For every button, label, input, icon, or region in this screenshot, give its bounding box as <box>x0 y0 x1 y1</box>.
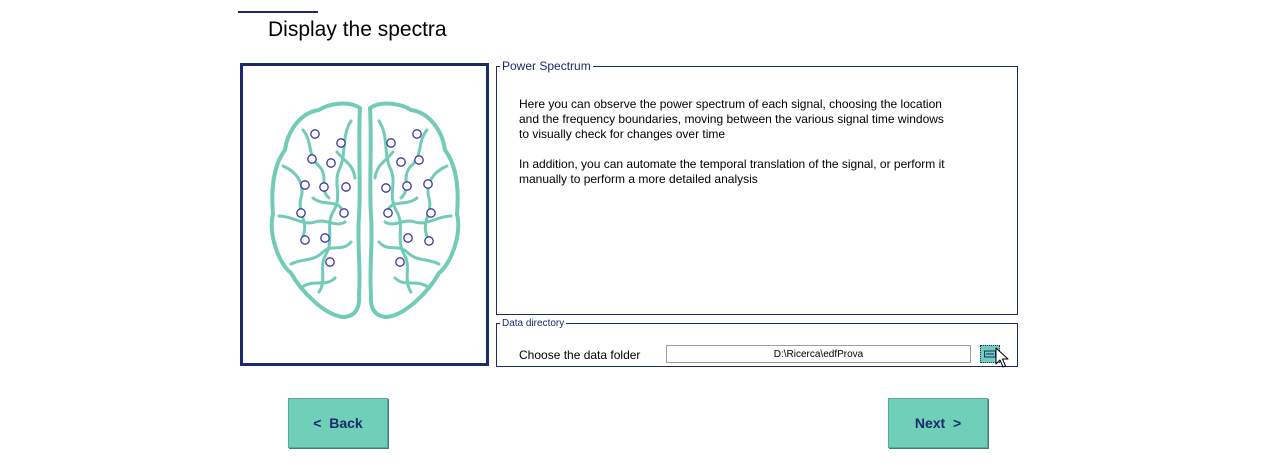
electrode-marker <box>326 158 336 168</box>
electrode-marker <box>296 208 306 218</box>
power-spectrum-description: Here you can observe the power spectrum … <box>519 97 944 141</box>
electrode-marker <box>300 180 310 190</box>
electrode-marker <box>395 257 405 267</box>
electrode-marker <box>336 138 346 148</box>
power-spectrum-group: Power Spectrum Here you can observe the … <box>496 59 1018 315</box>
electrode-marker <box>325 257 335 267</box>
electrode-marker <box>423 179 433 189</box>
electrode-marker <box>310 129 320 139</box>
electrode-marker <box>414 155 424 165</box>
data-folder-label: Choose the data folder <box>519 348 641 362</box>
mouse-pointer-icon <box>995 347 1009 368</box>
page-title: Display the spectra <box>268 18 447 41</box>
electrode-marker <box>402 181 412 191</box>
electrode-marker <box>426 208 436 218</box>
electrode-marker <box>307 154 317 164</box>
data-folder-path-field[interactable] <box>666 345 971 363</box>
electrode-marker <box>320 233 330 243</box>
brain-gyri <box>277 119 453 294</box>
electrode-marker <box>341 182 351 192</box>
electrode-marker <box>383 208 393 218</box>
power-spectrum-automation-note: In addition, you can automate the tempor… <box>519 157 945 186</box>
data-directory-group: Data directory Choose the data folder <box>496 318 1018 368</box>
electrode-marker <box>386 138 396 148</box>
electrode-marker <box>396 157 406 167</box>
electrode-marker <box>381 183 391 193</box>
electrode-marker <box>403 233 413 243</box>
brain-electrode-illustration <box>269 101 461 319</box>
electrode-marker <box>319 182 329 192</box>
electrode-marker <box>424 236 434 246</box>
electrode-marker <box>412 129 422 139</box>
power-spectrum-legend: Power Spectrum <box>502 59 591 73</box>
data-directory-legend: Data directory <box>502 318 565 329</box>
back-button[interactable]: < Back <box>288 398 388 448</box>
electrode-marker <box>300 235 310 245</box>
next-button[interactable]: Next > <box>888 398 988 448</box>
electrode-marker <box>339 208 349 218</box>
brain-image-frame <box>240 63 489 366</box>
title-underline <box>238 11 318 13</box>
